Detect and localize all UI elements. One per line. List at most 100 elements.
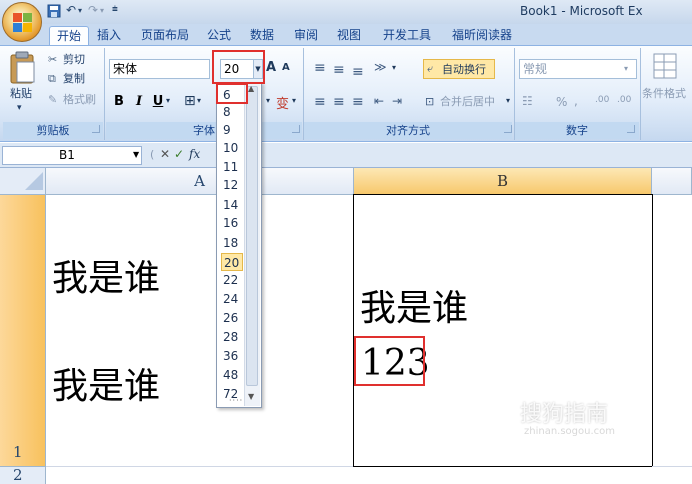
undo-dropdown-icon[interactable]: ▾	[78, 6, 82, 15]
tab-home[interactable]: 开始	[49, 26, 89, 45]
comma-style-icon[interactable]: ,	[574, 94, 578, 108]
decrease-indent-icon[interactable]: ⇤	[374, 94, 384, 108]
orientation-icon[interactable]: ≫	[374, 60, 387, 74]
redo-icon[interactable]: ↷	[88, 3, 98, 17]
scroll-up-icon[interactable]: ▲	[248, 84, 254, 93]
font-size-option[interactable]: 18	[221, 234, 243, 252]
font-color-dropdown-icon[interactable]: ▾	[292, 96, 296, 105]
font-size-option[interactable]: 9	[221, 121, 243, 139]
alignment-launcher-icon[interactable]	[504, 125, 512, 133]
font-size-option[interactable]: 16	[221, 214, 243, 232]
column-header-c[interactable]	[652, 168, 692, 195]
tab-review[interactable]: 审阅	[290, 26, 322, 45]
row-header-1[interactable]: 1	[0, 195, 46, 467]
border-dropdown-icon[interactable]: ▾	[197, 96, 201, 105]
align-bottom-icon[interactable]: ≡	[352, 64, 364, 80]
tab-foxit-reader[interactable]: 福昕阅读器	[447, 26, 517, 45]
name-box[interactable]: B1	[2, 146, 142, 165]
font-color-icon[interactable]: 变	[276, 93, 289, 112]
watermark-url: zhinan.sogou.com	[524, 426, 616, 437]
enter-icon[interactable]: ✓	[174, 147, 184, 161]
cancel-icon[interactable]: ✕	[160, 147, 170, 161]
conditional-formatting-icon[interactable]	[652, 52, 680, 82]
wrap-text-button[interactable]: ⤶ 自动换行	[423, 59, 495, 79]
orientation-dropdown-icon[interactable]: ▾	[392, 63, 396, 72]
column-header-b[interactable]: B	[354, 168, 652, 195]
font-size-option[interactable]: 14	[221, 196, 243, 214]
font-size-option[interactable]: 22	[221, 271, 243, 289]
undo-icon[interactable]: ↶	[66, 3, 76, 17]
clipboard-launcher-icon[interactable]	[92, 125, 100, 133]
tab-developer[interactable]: 开发工具	[378, 26, 436, 45]
tab-data[interactable]: 数据	[246, 26, 278, 45]
align-center-icon[interactable]: ≡	[333, 94, 345, 110]
font-size-option[interactable]: 28	[221, 328, 243, 346]
row-header-2[interactable]: 2	[0, 467, 46, 484]
insert-function-icon[interactable]: fx	[189, 147, 200, 161]
copy-button[interactable]: 复制	[63, 71, 85, 87]
redo-dropdown-icon[interactable]: ▾	[100, 6, 104, 15]
border-icon[interactable]: ⊞	[184, 93, 196, 109]
tab-page-layout[interactable]: 页面布局	[135, 26, 195, 45]
paste-dropdown-icon[interactable]: ▾	[17, 100, 22, 116]
column-header-a[interactable]: A	[46, 168, 354, 195]
row-2-cells[interactable]	[46, 467, 692, 484]
cut-button[interactable]: 剪切	[63, 52, 85, 68]
increase-decimal-icon[interactable]: .00	[595, 95, 609, 105]
font-size-option[interactable]: 24	[221, 290, 243, 308]
fill-dropdown-icon[interactable]: ▾	[266, 96, 270, 105]
font-size-option[interactable]: 11	[221, 158, 243, 176]
font-size-option[interactable]: 12	[221, 176, 243, 194]
save-icon[interactable]	[47, 4, 61, 18]
scrollbar-thumb[interactable]	[246, 86, 258, 386]
align-middle-icon[interactable]: ≡	[333, 62, 345, 78]
underline-dropdown-icon[interactable]: ▾	[166, 96, 170, 105]
italic-button[interactable]: I	[132, 93, 146, 111]
font-name-box[interactable]: 宋体	[109, 59, 210, 79]
grow-font-button[interactable]: A	[266, 60, 280, 75]
align-right-icon[interactable]: ≡	[352, 94, 364, 110]
clipboard-group-label: 剪贴板	[3, 122, 103, 139]
percent-button[interactable]: %	[556, 94, 567, 110]
number-format-box[interactable]: 常规	[519, 59, 637, 79]
bold-button[interactable]: B	[111, 93, 127, 111]
format-painter-icon: ✎	[48, 93, 58, 106]
increase-indent-icon[interactable]: ⇥	[392, 94, 402, 108]
format-painter-button[interactable]: 格式刷	[63, 92, 96, 108]
paste-icon[interactable]	[9, 51, 37, 85]
font-size-option[interactable]: 10	[221, 139, 243, 157]
office-button[interactable]	[2, 2, 42, 42]
tab-view[interactable]: 视图	[333, 26, 365, 45]
tab-insert[interactable]: 插入	[93, 26, 125, 45]
tab-formulas[interactable]: 公式	[203, 26, 235, 45]
currency-icon[interactable]: ☷	[522, 94, 533, 108]
underline-button[interactable]: U	[151, 93, 165, 111]
number-format-dropdown-icon[interactable]: ▾	[624, 64, 628, 73]
font-size-option[interactable]: 26	[221, 309, 243, 327]
font-size-option[interactable]: 20	[221, 253, 243, 271]
font-size-option[interactable]: 8	[221, 103, 243, 121]
cell-c1[interactable]	[652, 195, 692, 467]
scroll-down-icon[interactable]: ▼	[248, 392, 254, 401]
font-size-option[interactable]: 36	[221, 347, 243, 365]
font-launcher-icon[interactable]	[292, 125, 300, 133]
name-box-dropdown-icon[interactable]: ▼	[133, 150, 139, 159]
resize-grip-icon[interactable]: ····	[229, 396, 245, 406]
dropdown-scrollbar[interactable]: ▲ ▼	[244, 84, 260, 406]
customize-qat-icon[interactable]: ⩧	[112, 4, 118, 15]
font-size-option[interactable]: 48	[221, 366, 243, 384]
cell-a1-line2: 我是谁	[52, 366, 161, 407]
highlight-font-size-box	[212, 50, 265, 84]
group-separator	[640, 48, 641, 140]
cell-a1[interactable]	[46, 195, 354, 467]
watermark-logo: 搜狗指南	[520, 402, 609, 427]
align-left-icon[interactable]: ≡	[314, 94, 326, 110]
cut-icon: ✂	[48, 53, 58, 66]
shrink-font-button[interactable]: A	[282, 62, 294, 73]
align-top-icon[interactable]: ≡	[314, 60, 326, 76]
merge-center-button[interactable]: 合并后居中	[440, 94, 495, 110]
decrease-decimal-icon[interactable]: .00	[617, 95, 631, 105]
merge-dropdown-icon[interactable]: ▾	[506, 96, 510, 105]
conditional-formatting-button[interactable]: 条件格式	[642, 86, 686, 102]
number-launcher-icon[interactable]	[627, 125, 635, 133]
